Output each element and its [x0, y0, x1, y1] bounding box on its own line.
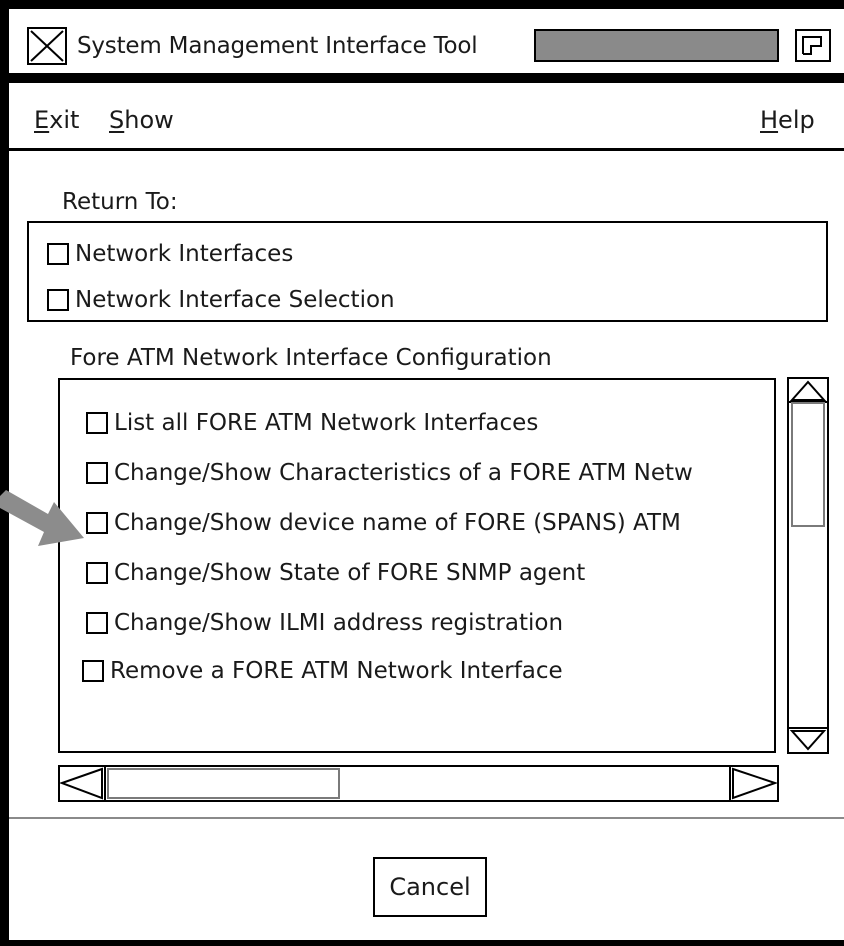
checkbox-icon[interactable]	[86, 462, 108, 484]
window-title: System Management Interface Tool	[77, 33, 478, 59]
scroll-right-arrow-icon[interactable]	[730, 767, 777, 800]
scroll-up-arrow-icon[interactable]	[789, 379, 827, 403]
window-maximize-icon[interactable]	[795, 29, 831, 62]
title-bar-fill	[534, 29, 779, 62]
config-item-list-all[interactable]: List all FORE ATM Network Interfaces	[86, 408, 538, 438]
return-to-label: Return To:	[62, 189, 178, 215]
return-item-network-interfaces[interactable]: Network Interfaces	[47, 239, 293, 269]
window-frame-bottom	[0, 940, 844, 946]
config-item-change-device-name[interactable]: Change/Show device name of FORE (SPANS) …	[86, 508, 681, 538]
menu-help[interactable]: Help	[760, 104, 815, 136]
close-icon[interactable]	[27, 27, 67, 65]
horizontal-scroll-thumb[interactable]	[107, 768, 340, 799]
window-frame-top	[0, 0, 844, 9]
checkbox-icon[interactable]	[47, 289, 69, 311]
scroll-down-arrow-icon[interactable]	[789, 728, 827, 752]
scroll-left-arrow-icon[interactable]	[60, 767, 105, 800]
checkbox-icon[interactable]	[47, 243, 69, 265]
menu-bar-border	[9, 148, 844, 151]
button-area-separator	[9, 817, 844, 819]
callout-arrow-icon	[0, 490, 84, 546]
menu-exit[interactable]: Exit	[34, 104, 79, 136]
config-item-change-characteristics[interactable]: Change/Show Characteristics of a FORE AT…	[86, 458, 693, 488]
config-item-ilmi-registration[interactable]: Change/Show ILMI address registration	[86, 608, 563, 638]
window-frame-left	[0, 0, 9, 946]
config-list: List all FORE ATM Network Interfaces Cha…	[60, 380, 774, 750]
checkbox-icon[interactable]	[82, 660, 104, 682]
checkbox-icon[interactable]	[86, 412, 108, 434]
return-item-network-interface-selection[interactable]: Network Interface Selection	[47, 285, 395, 315]
menu-show[interactable]: Show	[109, 104, 174, 136]
cancel-button[interactable]: Cancel	[373, 857, 487, 917]
vertical-scroll-thumb[interactable]	[791, 402, 825, 527]
smit-window: System Management Interface Tool Exit Sh…	[0, 0, 844, 946]
title-bar-border	[9, 73, 844, 83]
config-section-title: Fore ATM Network Interface Configuration	[70, 345, 552, 371]
config-item-remove-interface[interactable]: Remove a FORE ATM Network Interface	[82, 656, 563, 686]
config-item-snmp-agent-state[interactable]: Change/Show State of FORE SNMP agent	[86, 558, 585, 588]
checkbox-icon[interactable]	[86, 612, 108, 634]
checkbox-icon[interactable]	[86, 562, 108, 584]
